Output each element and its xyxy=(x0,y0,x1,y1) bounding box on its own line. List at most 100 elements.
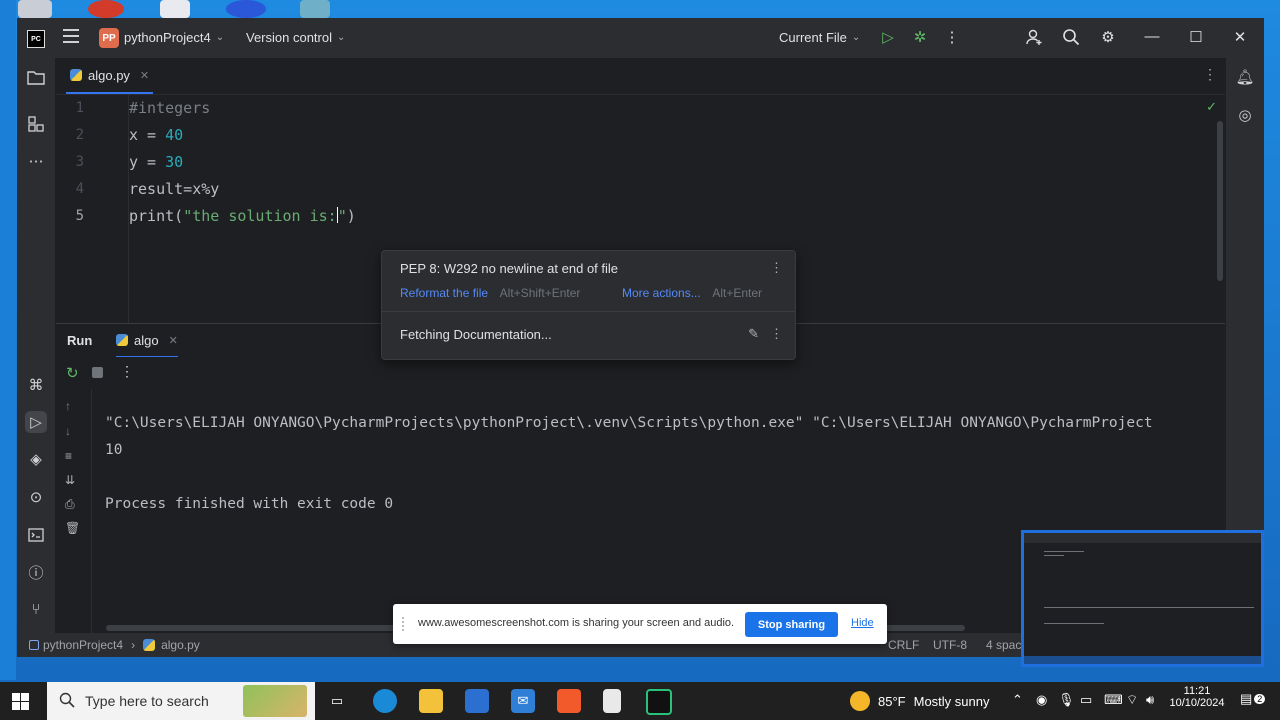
volume-icon[interactable]: 🔊︎ xyxy=(1146,692,1154,708)
search-highlight-image xyxy=(243,685,307,717)
scroll-to-end-icon[interactable]: ⇊ xyxy=(65,473,75,487)
close-run-tab-icon[interactable]: ✕ xyxy=(169,334,178,347)
project-badge: PP xyxy=(99,28,119,48)
line-number: 5 xyxy=(75,208,84,224)
desktop-icon-photos[interactable] xyxy=(300,0,330,18)
mail-icon[interactable]: ✉ xyxy=(511,689,535,713)
run-tab-algo[interactable]: algo ✕ xyxy=(116,324,178,358)
search-icon xyxy=(59,692,75,711)
run-panel-title: Run xyxy=(67,333,93,348)
add-user-icon[interactable] xyxy=(1024,28,1044,46)
close-icon[interactable]: ✕ xyxy=(1230,28,1250,46)
run-tool-icon[interactable]: ▷ xyxy=(25,411,47,433)
git-branch-icon[interactable]: ⑂ xyxy=(25,598,47,620)
editor-scrollbar[interactable] xyxy=(1217,121,1223,281)
run-more-icon[interactable]: ⋮ xyxy=(120,363,134,380)
battery-icon[interactable]: ▭ xyxy=(1080,692,1092,708)
function-call: print( xyxy=(129,207,184,225)
tabs-menu-icon[interactable]: ⋮ xyxy=(1203,66,1217,83)
pycharm-taskbar-icon[interactable] xyxy=(646,689,672,715)
problems-icon[interactable]: ⓘ xyxy=(25,561,47,583)
microphone-icon[interactable]: 🎙︎ xyxy=(1058,692,1075,708)
hide-link[interactable]: Hide xyxy=(851,617,874,629)
file-explorer-icon[interactable] xyxy=(419,689,443,713)
console-side-toolbar: ↑ ↓ ≡ ⇊ ⎙ 🗑︎ xyxy=(56,389,92,633)
desktop-icon-recycle[interactable] xyxy=(18,0,52,18)
run-config-selector[interactable]: Current File ⌄ xyxy=(779,30,860,45)
line-ending[interactable]: CRLF xyxy=(888,638,919,652)
scroll-down-icon[interactable]: ↓ xyxy=(65,424,71,438)
chevron-down-icon: ⌄ xyxy=(851,32,861,43)
project-folder-icon[interactable] xyxy=(25,66,47,88)
doc-status: Fetching Documentation... xyxy=(400,327,552,342)
code-line-3: y = 30 xyxy=(129,153,183,171)
reformat-action[interactable]: Reformat the file Alt+Shift+Enter xyxy=(400,285,580,300)
drag-handle-icon[interactable] xyxy=(402,617,408,631)
variable: x xyxy=(129,126,139,144)
services-icon[interactable]: ⊙ xyxy=(25,486,47,508)
line-number-gutter: 1 2 3 4 5 xyxy=(56,95,129,323)
run-toolbar: ↻ ⋮ xyxy=(56,357,1225,389)
stop-sharing-button[interactable]: Stop sharing xyxy=(745,612,838,637)
print-icon[interactable]: ⎙ xyxy=(65,497,75,512)
breadcrumb-file[interactable]: algo.py xyxy=(161,638,200,652)
weather-widget[interactable]: 85°F Mostly sunny xyxy=(850,691,989,711)
more-tools-icon[interactable]: ⋯ xyxy=(25,150,47,172)
breadcrumb-project[interactable]: pythonProject4 xyxy=(43,638,123,652)
search-icon[interactable] xyxy=(1061,28,1081,46)
wifi-icon[interactable]: ⌔ xyxy=(1126,692,1138,708)
more-actions[interactable]: More actions... Alt+Enter xyxy=(622,285,762,300)
taskbar-search-box[interactable]: Type here to search xyxy=(47,682,315,720)
show-hidden-icons[interactable]: ⌃ xyxy=(1012,692,1023,708)
desktop-icon-document[interactable] xyxy=(160,0,190,18)
file-encoding[interactable]: UTF-8 xyxy=(933,638,967,652)
minimize-icon[interactable]: — xyxy=(1142,28,1162,45)
more-options-icon[interactable]: ⋮ xyxy=(942,28,962,46)
desktop-icon-edge[interactable] xyxy=(226,0,266,18)
run-icon[interactable]: ▷ xyxy=(878,28,898,46)
edge-browser-icon[interactable] xyxy=(373,689,397,713)
edit-pencil-icon[interactable]: ✎ xyxy=(748,326,759,342)
notification-center[interactable]: ▤ 2 xyxy=(1240,691,1266,707)
rerun-icon[interactable]: ↻ xyxy=(66,364,79,382)
main-menu-icon[interactable] xyxy=(63,29,79,43)
tab-algo-py[interactable]: algo.py ✕ xyxy=(66,58,154,94)
keyboard-icon[interactable]: ⌨ xyxy=(1104,692,1123,708)
stop-icon[interactable] xyxy=(92,367,103,378)
clock-date: 10/10/2024 xyxy=(1169,697,1225,709)
debug-icon[interactable]: ✲ xyxy=(910,28,930,46)
doc-menu-icon[interactable]: ⋮ xyxy=(770,326,783,342)
maximize-icon[interactable]: ☐ xyxy=(1186,28,1206,46)
code-line-4: result=x%y xyxy=(129,180,219,198)
terminal-icon[interactable] xyxy=(25,524,47,546)
notification-icon: ▤ xyxy=(1240,691,1253,706)
settings-gear-icon[interactable]: ⚙ xyxy=(1098,28,1118,46)
task-view-icon[interactable]: ▭ xyxy=(325,689,349,713)
indent-setting[interactable]: 4 spac xyxy=(986,638,1021,652)
python-packages-icon[interactable]: ◈ xyxy=(25,448,47,470)
structure-icon[interactable] xyxy=(25,113,47,135)
share-message: www.awesomescreenshot.com is sharing you… xyxy=(418,617,735,629)
clear-trash-icon[interactable]: 🗑︎ xyxy=(65,521,80,535)
number-literal: 30 xyxy=(165,153,184,171)
windows-taskbar: Type here to search ▭ ✉ 85°F Mostly sunn… xyxy=(0,682,1280,720)
meet-now-icon[interactable]: ◉ xyxy=(1036,692,1047,708)
python-console-icon[interactable]: ⌘ xyxy=(25,374,47,396)
close-tab-icon[interactable]: ✕ xyxy=(140,69,149,82)
project-name: pythonProject4 xyxy=(124,30,211,45)
clock[interactable]: 11:21 10/10/2024 xyxy=(1168,685,1226,709)
inspection-ok-icon[interactable]: ✓ xyxy=(1206,99,1217,115)
ai-assistant-icon[interactable]: ◎ xyxy=(1234,104,1256,126)
notifications-bell-icon[interactable]: 🔔︎ xyxy=(1234,66,1256,88)
soft-wrap-icon[interactable]: ≡ xyxy=(65,449,72,463)
store-icon[interactable] xyxy=(465,689,489,713)
windows-start-icon[interactable] xyxy=(12,693,29,710)
desktop-icon-chrome[interactable] xyxy=(88,0,124,18)
scroll-up-icon[interactable]: ↑ xyxy=(65,399,71,413)
statement: result=x%y xyxy=(129,180,220,198)
popup-menu-icon[interactable]: ⋮ xyxy=(770,260,783,276)
project-selector[interactable]: pythonProject4 ⌄ xyxy=(124,30,224,45)
version-control-menu[interactable]: Version control ⌄ xyxy=(246,30,345,45)
brave-browser-icon[interactable] xyxy=(557,689,581,713)
notepad-icon[interactable] xyxy=(603,689,621,713)
